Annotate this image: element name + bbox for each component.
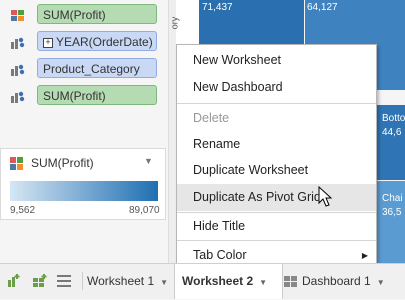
menu-item-new-dashboard[interactable]: New Dashboard <box>177 74 376 101</box>
menu-item-duplicate-worksheet[interactable]: Duplicate Worksheet <box>177 157 376 184</box>
menu-item-label: Tab Color <box>193 248 247 262</box>
field-pill[interactable]: + YEAR(OrderDate) <box>37 31 157 51</box>
legend-gradient <box>10 181 158 201</box>
tile-value: Chai <box>382 193 403 204</box>
field-pill[interactable]: SUM(Profit) <box>37 85 157 105</box>
tab-label: Worksheet 1 <box>87 274 155 288</box>
field-pill[interactable]: Product_Category <box>37 58 157 78</box>
context-menu: New Worksheet New Dashboard Delete Renam… <box>176 44 377 272</box>
axis-header-text: ory <box>169 16 180 30</box>
sheet-tab-bar: Worksheet 1 ▼ Worksheet 2 ▼ Dashboard 1 ▼ <box>0 263 405 299</box>
field-pill[interactable]: SUM(Profit) <box>37 4 157 24</box>
tile-value: 44,6 <box>382 127 402 138</box>
detail-icon <box>11 91 25 103</box>
treemap-tile[interactable]: Botto 44,6 <box>377 105 405 180</box>
treemap-tile[interactable]: 64,127 <box>305 0 405 45</box>
mark-row-detail[interactable]: SUM(Profit) <box>0 85 168 107</box>
mark-row-detail[interactable]: + YEAR(OrderDate) <box>0 31 168 53</box>
new-worksheet-icon[interactable] <box>6 273 22 289</box>
tile-value: 71,437 <box>202 2 233 13</box>
legend-min: 9,562 <box>10 205 36 216</box>
mark-row-color[interactable]: SUM(Profit) <box>0 4 168 26</box>
treemap-tile[interactable]: 71,437 <box>199 0 304 45</box>
menu-item-rename[interactable]: Rename <box>177 131 376 158</box>
tile-value: 36,5 <box>382 207 402 218</box>
treemap-tile[interactable]: Chai 36,5 <box>377 181 405 263</box>
menu-item-hide-title[interactable]: Hide Title <box>177 213 376 240</box>
marks-card: SUM(Profit) + YEAR(OrderDate) Product_Cat… <box>0 0 168 263</box>
tab-label: Dashboard 1 <box>302 274 371 288</box>
detail-icon <box>11 37 25 49</box>
menu-item-delete[interactable]: Delete <box>177 105 376 132</box>
dashboard-icon <box>284 275 297 287</box>
tab-label: Worksheet 2 <box>182 274 254 288</box>
color-icon <box>10 157 23 170</box>
menu-item-new-worksheet[interactable]: New Worksheet <box>177 47 376 74</box>
menu-separator <box>177 240 376 241</box>
color-legend: SUM(Profit) ▼ 9,562 89,070 <box>0 148 166 220</box>
tab-worksheet-1[interactable]: Worksheet 1 ▼ <box>87 264 177 299</box>
mouse-cursor-icon <box>318 186 333 207</box>
chevron-down-icon[interactable]: ▼ <box>259 278 267 287</box>
panel-divider[interactable] <box>168 0 176 263</box>
tab-worksheet-2[interactable]: Worksheet 2 ▼ <box>174 264 283 299</box>
mark-row-detail[interactable]: Product_Category <box>0 58 168 80</box>
tab-dashboard-1[interactable]: Dashboard 1 ▼ <box>284 264 405 299</box>
field-pill-label: YEAR(OrderDate) <box>56 35 153 49</box>
tile-value: 64,127 <box>307 2 338 13</box>
detail-icon <box>11 64 25 76</box>
legend-title: SUM(Profit) <box>31 156 94 170</box>
sheet-sorter-icon[interactable] <box>56 274 72 288</box>
menu-separator <box>177 103 376 104</box>
legend-max: 89,070 <box>129 205 160 216</box>
new-dashboard-icon[interactable] <box>32 273 48 289</box>
tile-value: Botto <box>382 113 405 124</box>
tab-separator <box>82 272 83 290</box>
expand-icon[interactable]: + <box>43 37 53 48</box>
chevron-down-icon[interactable]: ▼ <box>377 278 385 287</box>
treemap-tile[interactable] <box>377 45 405 90</box>
menu-item-duplicate-as-pivot-grid[interactable]: Duplicate As Pivot Grid <box>177 184 376 211</box>
color-icon <box>11 10 24 21</box>
chevron-down-icon[interactable]: ▼ <box>160 278 168 287</box>
legend-menu-icon[interactable]: ▼ <box>144 156 153 166</box>
